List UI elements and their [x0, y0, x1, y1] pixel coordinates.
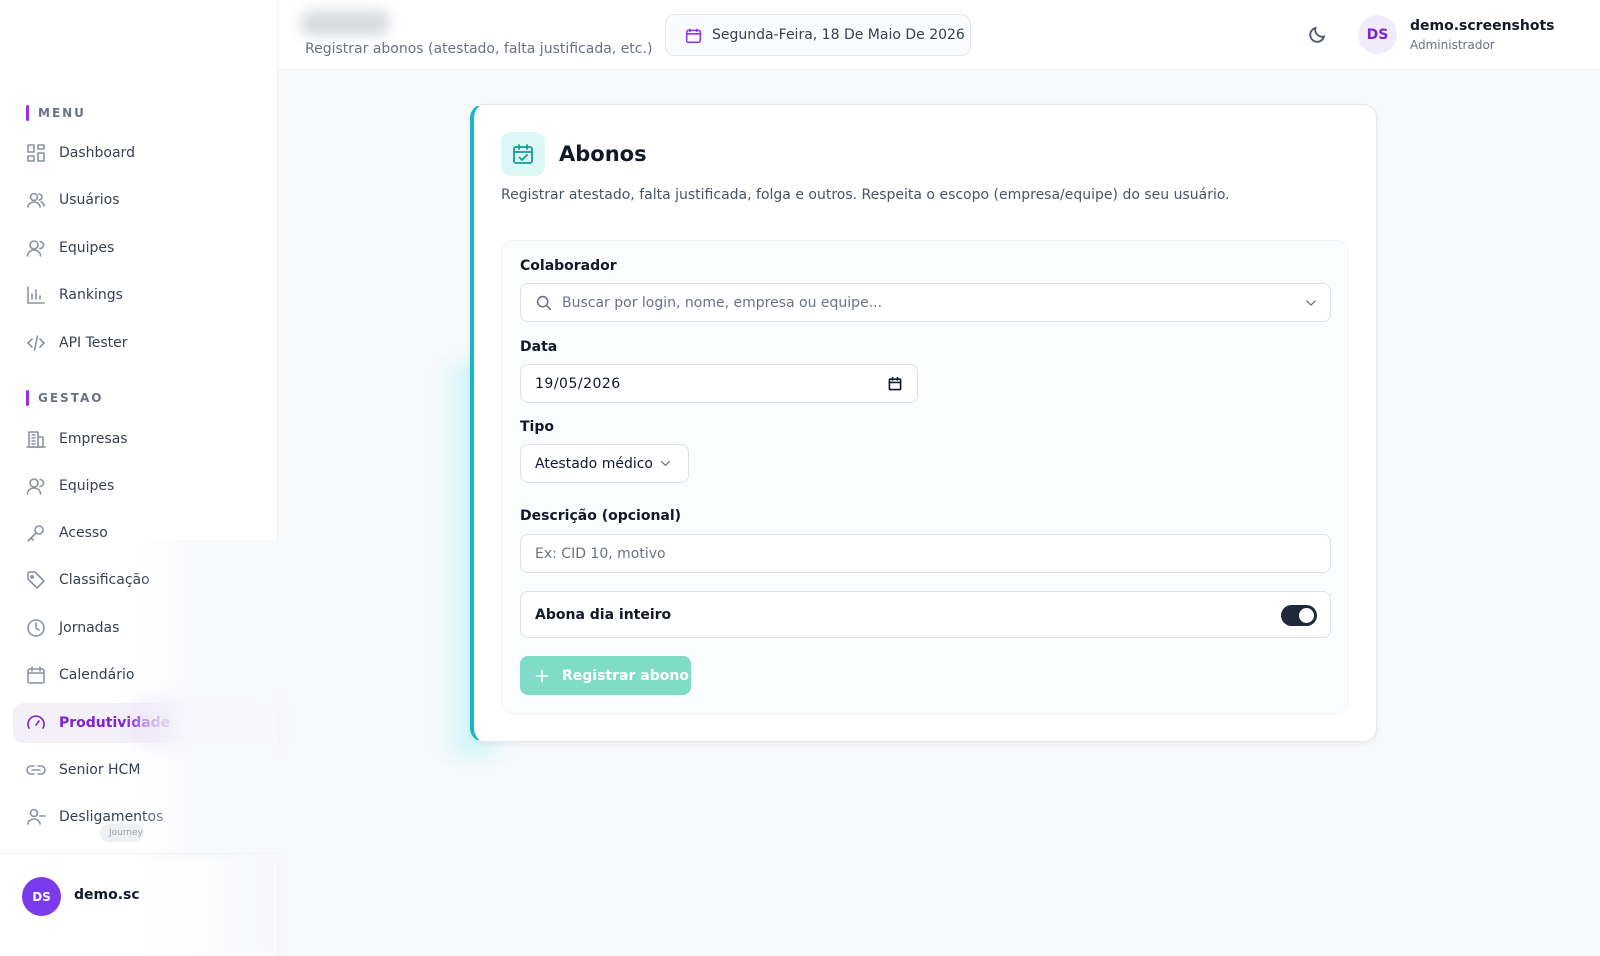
sidebar-item-label: Jornadas — [59, 620, 120, 636]
key-icon — [27, 525, 44, 542]
registrar-abono-label: Registrar abono — [562, 667, 689, 684]
descricao-placeholder: Ex: CID 10, motivo — [535, 545, 666, 562]
sidebar-item-label: Equipes — [59, 478, 115, 494]
avatar: DS — [22, 877, 61, 916]
sidebar-item-usuarios[interactable]: Usuários — [13, 180, 278, 220]
sidebar-item-label: Dashboard — [59, 145, 135, 161]
users-icon — [27, 192, 45, 208]
tipo-selected-value: Atestado médico — [535, 455, 653, 472]
abono-form: Colaborador Buscar por login, nome, empr… — [501, 240, 1349, 714]
card-description: Registrar atestado, falta justificada, f… — [501, 187, 1230, 203]
chevron-down-icon — [661, 460, 670, 467]
data-label: Data — [520, 339, 558, 355]
clock-icon — [27, 619, 45, 637]
card-title: Abonos — [559, 142, 647, 166]
tag-icon — [27, 571, 45, 589]
sidebar-user-footer[interactable]: DS demo.screenshots — [0, 853, 278, 956]
date-input[interactable]: 19/05/2026 — [520, 364, 918, 403]
sidebar-item-senior-hcm[interactable]: Senior HCM — [13, 750, 278, 790]
gestao-title-text: GESTAO — [38, 391, 104, 405]
calendar-check-icon — [513, 144, 533, 164]
footer-blur-overlay — [138, 854, 278, 956]
sidebar-item-classificacao[interactable]: Classificação — [13, 560, 278, 600]
current-date-text: Segunda-Feira, 18 De Maio De 2026 — [712, 27, 965, 43]
moon-icon — [1309, 26, 1326, 43]
bar-chart-icon — [27, 286, 45, 304]
sidebar-item-label: Acesso — [59, 525, 108, 541]
theme-toggle-button[interactable] — [1308, 24, 1330, 46]
chevron-down-icon — [1306, 299, 1316, 306]
user-name: demo.screenshots — [1410, 18, 1555, 34]
sidebar-item-acesso[interactable]: Acesso — [13, 513, 278, 553]
descricao-label: Descrição (opcional) — [520, 508, 682, 524]
registrar-abono-button[interactable]: Registrar abono — [520, 656, 691, 695]
sidebar-item-label: Calendário — [59, 667, 135, 683]
plus-icon — [535, 669, 549, 682]
link-icon — [26, 765, 46, 775]
footer-user-name: demo.screenshots — [74, 887, 140, 903]
sidebar-item-label: Desligamentos — [59, 809, 164, 825]
abona-dia-inteiro-row: Abona dia inteiro — [520, 591, 1331, 638]
tipo-label: Tipo — [520, 419, 554, 435]
current-date-pill: Segunda-Feira, 18 De Maio De 2026 — [665, 14, 971, 56]
search-icon — [536, 295, 552, 311]
sidebar-item-empresas[interactable]: Empresas — [13, 419, 278, 459]
sidebar-item-dashboard[interactable]: Dashboard — [13, 133, 278, 173]
abonos-card: Abonos Registrar atestado, falta justifi… — [470, 104, 1377, 742]
sidebar-item-api-tester[interactable]: API Tester — [13, 323, 278, 363]
brand-logo-blurred — [300, 10, 390, 36]
abona-dia-inteiro-toggle[interactable] — [1281, 605, 1317, 626]
sidebar-item-label: API Tester — [59, 335, 128, 351]
journey-badge-text: Journey — [109, 828, 143, 838]
menu-section-title: MENU — [26, 105, 86, 121]
sidebar-item-label: Usuários — [59, 192, 120, 208]
avatar[interactable]: DS — [1358, 15, 1397, 54]
calendar-icon — [685, 28, 702, 43]
sidebar-item-label: Equipes — [59, 240, 115, 256]
sidebar: MENU Dashboard Usuários Equipes Rankings… — [0, 0, 278, 956]
user-role: Administrador — [1410, 38, 1495, 52]
calendar-icon — [27, 666, 45, 684]
sidebar-item-equipes-gestao[interactable]: Equipes — [13, 466, 278, 506]
menu-title-text: MENU — [38, 106, 86, 120]
card-icon-wrapper — [501, 132, 545, 176]
section-accent-bar — [26, 390, 29, 406]
sidebar-item-equipes[interactable]: Equipes — [13, 228, 278, 268]
descricao-input[interactable]: Ex: CID 10, motivo — [520, 534, 1331, 573]
sidebar-item-desligamentos[interactable]: Desligamentos — [13, 797, 278, 837]
sidebar-item-label: Classificação — [59, 572, 150, 588]
sidebar-item-rankings[interactable]: Rankings — [13, 275, 278, 315]
calendar-picker-icon[interactable] — [887, 376, 903, 392]
journey-badge: Journey — [100, 824, 144, 842]
dashboard-icon — [27, 144, 45, 162]
colaborador-search-select[interactable]: Buscar por login, nome, empresa ou equip… — [520, 283, 1331, 322]
colaborador-placeholder: Buscar por login, nome, empresa ou equip… — [562, 294, 883, 311]
date-value: 19/05/2026 — [535, 375, 621, 392]
sidebar-item-label: Rankings — [59, 287, 123, 303]
sidebar-item-label: Empresas — [59, 431, 128, 447]
team-icon — [26, 240, 45, 257]
building-icon — [26, 431, 46, 448]
active-item-glow — [138, 700, 268, 746]
top-header: Registrar abonos (atestado, falta justif… — [278, 0, 1600, 70]
abona-dia-inteiro-label: Abona dia inteiro — [535, 606, 672, 623]
team-icon — [26, 478, 45, 495]
sidebar-item-label: Senior HCM — [59, 762, 141, 778]
tipo-select[interactable]: Atestado médico — [520, 444, 689, 483]
user-minus-icon — [27, 808, 46, 825]
gestao-section-title: GESTAO — [26, 390, 103, 406]
page-subtitle: Registrar abonos (atestado, falta justif… — [305, 41, 653, 57]
code-icon — [27, 335, 45, 351]
sidebar-item-calendario[interactable]: Calendário — [13, 655, 278, 695]
sidebar-item-jornadas[interactable]: Jornadas — [13, 608, 278, 648]
section-accent-bar — [26, 105, 29, 121]
colaborador-label: Colaborador — [520, 258, 617, 274]
toggle-knob — [1299, 608, 1314, 623]
gauge-icon — [27, 715, 45, 729]
